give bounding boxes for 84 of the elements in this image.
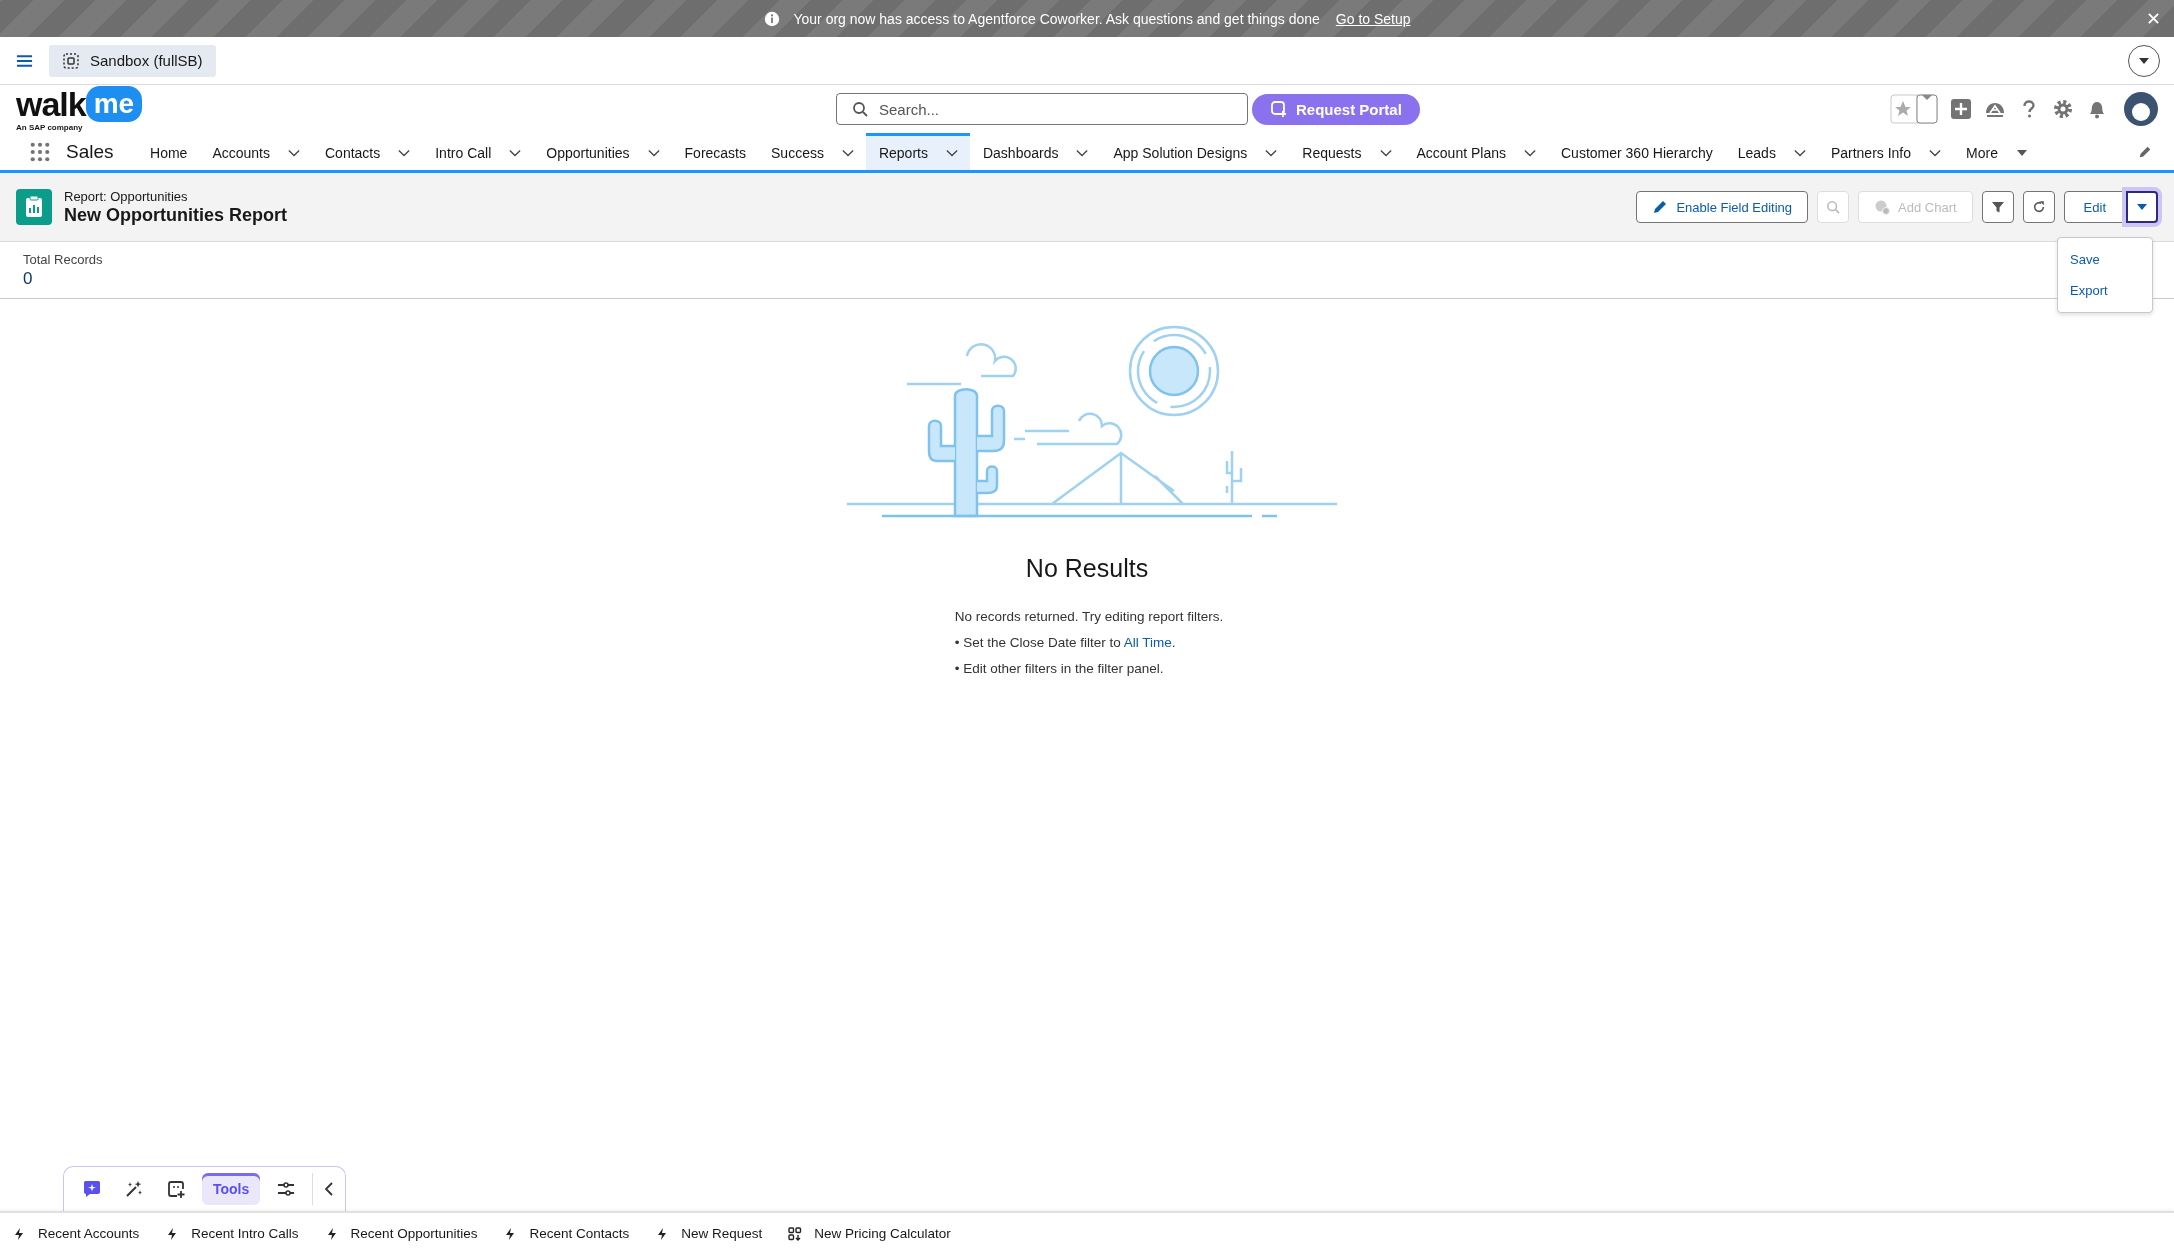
utility-item[interactable]: Recent Opportunities: [324, 1226, 478, 1241]
chevron-down-icon[interactable]: [841, 149, 854, 157]
report-type: Report: Opportunities: [64, 188, 189, 204]
chevron-down-icon[interactable]: [1076, 149, 1089, 157]
sliders-icon: [276, 1179, 297, 1199]
empty-state-message: No records returned. Try editing report filters.: [954, 609, 1224, 624]
nav-tab[interactable]: Leads: [1725, 133, 1819, 170]
user-avatar[interactable]: [2124, 92, 2158, 126]
chevron-left-icon: [325, 1182, 334, 1196]
chevron-down-icon[interactable]: [1929, 149, 1942, 157]
nav-tab[interactable]: Success: [758, 133, 867, 170]
all-time-link[interactable]: All Time: [1123, 635, 1172, 650]
empty-state-title: No Results: [1025, 554, 1149, 583]
total-records-label: Total Records: [23, 251, 103, 267]
utility-item[interactable]: Recent Intro Calls: [165, 1226, 299, 1241]
utility-item[interactable]: Recent Contacts: [503, 1226, 630, 1241]
company-logo[interactable]: walk me An SAP company: [16, 86, 836, 132]
settings-icon[interactable]: [2052, 98, 2074, 120]
nav-tab[interactable]: Home: [137, 133, 200, 170]
nav-tab[interactable]: Opportunities: [533, 133, 673, 170]
filter-button[interactable]: [1981, 191, 2014, 223]
nav-tab[interactable]: Dashboards: [970, 133, 1101, 170]
add-frame-icon: [1270, 100, 1288, 118]
chat-sparkle-icon: [82, 1179, 102, 1199]
chevron-down-icon[interactable]: [647, 149, 660, 157]
utility-item[interactable]: Recent Accounts: [12, 1226, 140, 1241]
utility-item[interactable]: New Pricing Calculator: [788, 1226, 951, 1241]
calculator-icon: [788, 1226, 803, 1241]
banner-message: Your org now has access to Agentforce Coworker. Ask questions and get things done: [793, 10, 1320, 27]
more-tab[interactable]: More: [1953, 133, 2041, 170]
caret-down-icon: [2015, 149, 2028, 157]
add-frame-icon: [166, 1179, 186, 1199]
report-icon: [16, 189, 52, 225]
edit-icon[interactable]: [2138, 144, 2152, 159]
refresh-icon: [2031, 200, 2046, 214]
refresh-button[interactable]: [2022, 191, 2055, 223]
setup-link[interactable]: Go to Setup: [1335, 10, 1411, 27]
chevron-down-icon[interactable]: [509, 149, 522, 157]
tools-tab[interactable]: Tools: [202, 1173, 261, 1205]
chevron-down-icon[interactable]: [945, 149, 958, 157]
caret-button[interactable]: [2128, 44, 2160, 77]
nav-tab[interactable]: Accounts: [199, 133, 313, 170]
chevron-down-icon[interactable]: [398, 149, 411, 157]
nav-tab[interactable]: Intro Call: [422, 133, 534, 170]
search-field[interactable]: Search...: [836, 93, 1248, 125]
chart-icon: [1874, 199, 1891, 215]
filter-hint: • Edit other filters in the filter panel.: [954, 661, 1165, 676]
nav-tab[interactable]: Requests: [1289, 133, 1404, 170]
nav-tab[interactable]: Account Plans: [1404, 133, 1549, 170]
nav-tab[interactable]: Reports: [866, 133, 971, 170]
nav-tab[interactable]: App Solution Designs: [1100, 133, 1290, 170]
close-icon[interactable]: [2147, 12, 2160, 25]
enable-field-editing-button[interactable]: Enable Field Editing: [1636, 191, 1809, 223]
caret-down-icon: [2136, 203, 2148, 211]
nav-tab[interactable]: Contacts: [312, 133, 423, 170]
menu-item[interactable]: Save: [2058, 244, 2152, 275]
chevron-down-icon[interactable]: [288, 149, 300, 157]
chevron-down-icon[interactable]: [1379, 149, 1392, 157]
menu-item[interactable]: Export: [2058, 275, 2152, 306]
caret-down-icon: [2138, 56, 2150, 65]
nav-tab[interactable]: Partners Info: [1818, 133, 1954, 170]
pencil-icon: [1652, 199, 1669, 215]
request-portal-button[interactable]: Request Portal: [1252, 93, 1420, 125]
nav-tab[interactable]: Forecasts: [672, 133, 759, 170]
utility-item[interactable]: New Request: [655, 1226, 763, 1241]
search-icon: [852, 101, 868, 117]
info-icon: [763, 9, 782, 28]
chevron-down-icon[interactable]: [1524, 149, 1536, 157]
sandbox-badge: Sandbox (fullSB): [49, 44, 216, 77]
chevron-down-icon[interactable]: [1265, 149, 1278, 157]
sandbox-icon: [62, 51, 80, 70]
chevron-down-icon[interactable]: [1793, 149, 1806, 157]
app-name: Sales: [66, 140, 114, 163]
report-title: New Opportunities Report: [64, 204, 287, 226]
filter-hint: • Set the Close Date filter to All Time.: [954, 635, 1177, 650]
magic-wand-icon: [124, 1179, 144, 1199]
add-icon[interactable]: [1950, 98, 1972, 120]
nav-tab[interactable]: Customer 360 Hierarchy: [1548, 133, 1726, 170]
filter-icon: [1990, 200, 2005, 214]
menu-icon[interactable]: [16, 53, 33, 68]
total-records-value: 0: [23, 268, 33, 289]
search-icon: [1826, 200, 1841, 214]
app-launcher-icon[interactable]: [30, 141, 50, 162]
lightning-icon: [12, 1226, 26, 1241]
